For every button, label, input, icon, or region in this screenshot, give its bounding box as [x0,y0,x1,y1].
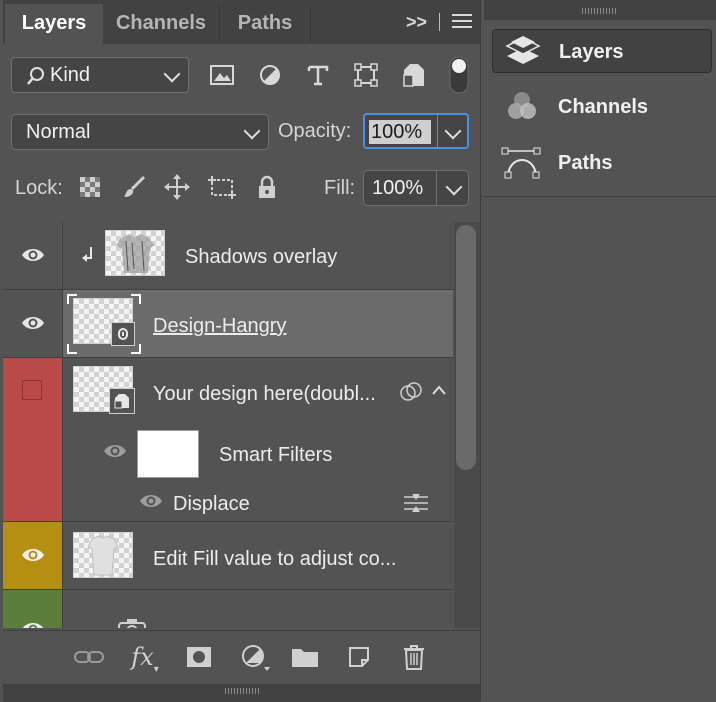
visibility-toggle[interactable] [3,358,63,521]
eye-icon[interactable] [139,492,163,510]
smart-filters-mask-thumbnail[interactable] [137,430,199,478]
layers-footer-toolbar: fx ▾ [3,630,480,685]
eye-icon[interactable] [21,546,45,564]
layer-row[interactable]: Your design here(doubl... Smart Filters … [3,358,453,522]
smart-filters-label[interactable]: Smart Filters [219,444,332,467]
search-icon [26,66,46,86]
tab-channels[interactable]: Channels [103,4,219,44]
layer-row[interactable] [3,590,453,628]
chevron-down-icon[interactable] [445,178,463,196]
eye-icon[interactable] [21,314,45,332]
lock-all-icon[interactable] [255,174,279,200]
dock-header[interactable] [484,0,716,20]
lock-label: Lock: [15,177,63,199]
filter-name[interactable]: Displace [173,493,250,516]
filter-blending-options-icon[interactable] [403,492,429,514]
linked-smart-object-icon [111,322,135,346]
fx-icon[interactable]: fx ▾ [129,641,161,675]
dock-item-paths[interactable]: Paths [492,141,712,185]
scrollbar-thumb[interactable] [456,225,476,470]
panel-resize-strip[interactable] [3,684,480,702]
layer-thumbnail[interactable] [73,532,133,578]
opacity-field[interactable]: 100% [363,113,469,149]
visibility-toggle[interactable] [3,290,63,357]
type-filter-icon[interactable] [305,62,331,88]
chevron-down-icon [163,65,181,83]
fill-label: Fill: [324,177,356,199]
fill-value[interactable]: 100% [372,171,423,205]
tab-paths[interactable]: Paths [220,4,310,44]
fx-dropdown-indicator: ▾ [153,663,159,675]
clipping-mask-icon [81,246,95,264]
eye-icon[interactable] [21,620,45,628]
smart-filter-effects-icon[interactable] [399,380,423,404]
image-filter-icon[interactable] [209,62,235,88]
new-adjustment-icon[interactable] [239,641,271,673]
chevron-up-icon[interactable] [431,382,447,398]
chevron-down-icon[interactable] [444,122,462,140]
lock-image-pixels-icon[interactable] [121,174,147,200]
layer-row-selected[interactable]: Design-Hangry [3,290,453,358]
chevron-down-icon [243,122,261,140]
divider [436,171,437,205]
adjustment-filter-icon[interactable] [257,62,283,88]
collapsed-panel-dock: Layers Channels Paths [484,0,716,702]
camera-icon [117,616,147,628]
panel-tabbar: Layers Channels Paths >> [3,0,480,44]
filter-toggle-switch[interactable] [449,56,469,94]
collapse-icon[interactable]: >> [406,12,427,33]
lock-transparent-pixels-icon[interactable] [79,176,101,198]
channels-icon [500,89,544,125]
paths-icon [500,145,544,181]
tab-layers[interactable]: Layers [5,4,103,44]
eye-icon[interactable] [21,246,45,264]
shape-filter-icon[interactable] [353,62,379,88]
new-group-icon[interactable] [289,641,321,673]
layers-panel: Layers Channels Paths >> Kind Normal Opa… [3,0,481,702]
fill-field[interactable]: 100% [363,170,469,206]
layers-list: Shadows overlay Design-Hangry Your desig… [3,222,480,628]
layer-thumbnail[interactable] [105,230,165,276]
new-layer-icon[interactable] [343,641,375,673]
blend-mode-value: Normal [26,121,91,143]
layer-row[interactable]: Edit Fill value to adjust co... [3,522,453,590]
dock-item-label: Paths [558,152,613,174]
dock-item-layers[interactable]: Layers [492,29,712,73]
dock-grip[interactable] [582,8,618,14]
tab-divider [310,6,311,42]
dock-item-label: Layers [559,41,624,63]
link-layers-icon[interactable] [73,641,105,673]
opacity-value[interactable]: 100% [369,120,431,144]
smart-object-icon [109,388,135,414]
divider [439,13,440,31]
visibility-toggle[interactable] [3,522,63,589]
layers-icon [501,34,545,70]
dock-divider [484,196,716,197]
lock-artboard-icon[interactable] [207,174,237,200]
delete-layer-icon[interactable] [398,641,430,673]
layer-name[interactable]: Edit Fill value to adjust co... [153,548,396,571]
add-mask-icon[interactable] [183,641,215,673]
eye-icon[interactable] [103,442,127,460]
dock-item-label: Channels [558,96,649,118]
filter-kind-select[interactable]: Kind [11,57,189,93]
dock-item-channels[interactable]: Channels [492,85,712,129]
layer-row[interactable]: Shadows overlay [3,222,453,290]
layer-name[interactable]: Design-Hangry [153,315,286,338]
fx-label: fx [131,643,154,671]
lock-position-icon[interactable] [164,174,190,200]
layer-name[interactable]: Shadows overlay [185,246,337,269]
smart-object-filter-icon[interactable] [401,62,427,88]
divider [437,115,438,147]
resize-grip[interactable] [225,688,261,694]
visibility-toggle[interactable] [3,222,63,289]
layer-name[interactable]: Your design here(doubl... [153,383,376,406]
hidden-visibility-box[interactable] [22,380,42,400]
blend-mode-select[interactable]: Normal [11,114,269,150]
visibility-toggle[interactable] [3,590,63,628]
opacity-label: Opacity: [278,120,352,142]
filter-kind-label: Kind [50,64,91,86]
menu-icon[interactable] [452,12,472,33]
